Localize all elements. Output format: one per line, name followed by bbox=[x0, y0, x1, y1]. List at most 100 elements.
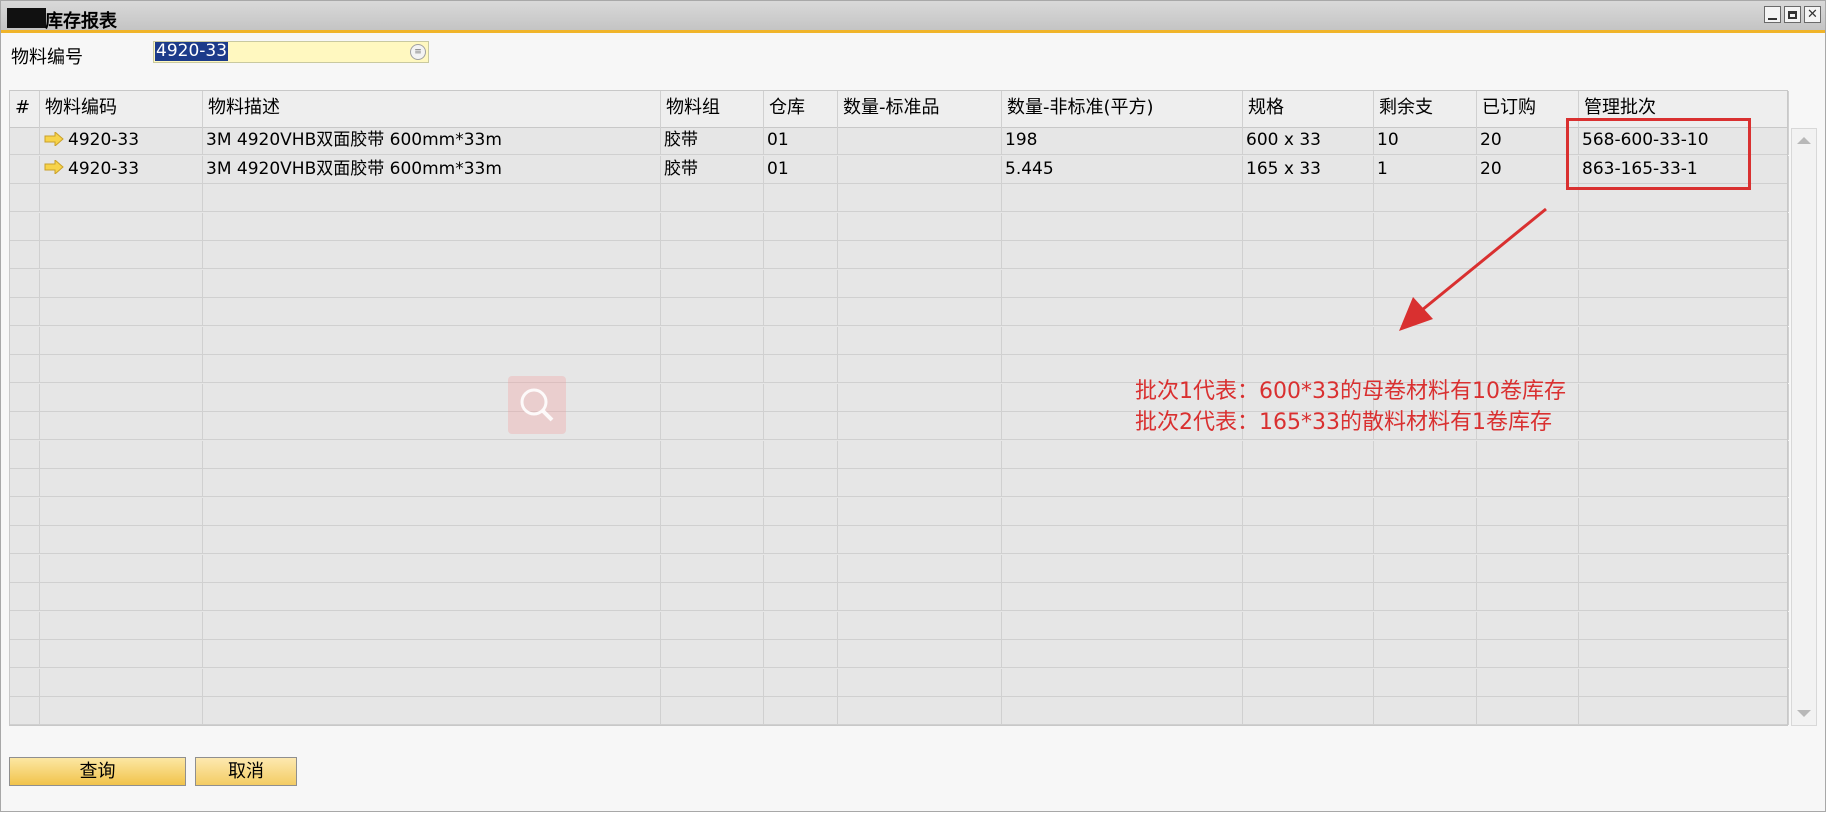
col-index-cell[interactable] bbox=[10, 640, 40, 668]
col-item-code-cell[interactable] bbox=[40, 355, 203, 383]
col-qty-nonstandard-cell[interactable]: 198 bbox=[1002, 127, 1243, 155]
col-item-group-cell[interactable] bbox=[661, 583, 764, 611]
col-qty-standard-cell[interactable] bbox=[838, 697, 1002, 725]
col-ordered-cell[interactable] bbox=[1477, 554, 1579, 583]
col-qty-standard-cell[interactable] bbox=[838, 526, 1002, 554]
col-qty-nonstandard-cell[interactable] bbox=[1002, 611, 1243, 640]
col-item-group-cell[interactable] bbox=[661, 640, 764, 668]
close-icon[interactable]: ✕ bbox=[1804, 6, 1821, 23]
col-index-cell[interactable] bbox=[10, 127, 40, 155]
col-item-code-cell[interactable]: 4920-33 bbox=[40, 155, 203, 184]
col-qty-standard-cell[interactable] bbox=[838, 241, 1002, 269]
col-description-cell[interactable] bbox=[203, 469, 661, 497]
col-description-cell[interactable] bbox=[203, 326, 661, 355]
col-batch-cell[interactable] bbox=[1579, 326, 1789, 355]
col-description-cell[interactable]: 3M 4920VHB双面胶带 600mm*33m bbox=[203, 127, 661, 155]
col-qty-standard-cell[interactable] bbox=[838, 298, 1002, 326]
col-batch-cell[interactable] bbox=[1579, 269, 1789, 298]
table-row[interactable] bbox=[10, 526, 1789, 554]
col-item-group-cell[interactable] bbox=[661, 355, 764, 383]
col-spec-cell[interactable]: 600 x 33 bbox=[1243, 127, 1374, 155]
col-spec-cell[interactable] bbox=[1243, 298, 1374, 326]
col-qty-nonstandard-cell[interactable] bbox=[1002, 298, 1243, 326]
col-qty-nonstandard-cell[interactable] bbox=[1002, 583, 1243, 611]
col-remaining-cell[interactable] bbox=[1374, 611, 1477, 640]
col-item-code-cell[interactable] bbox=[40, 184, 203, 212]
col-item-code-cell[interactable] bbox=[40, 554, 203, 583]
col-remaining-cell[interactable] bbox=[1374, 640, 1477, 668]
col-item-group-cell[interactable] bbox=[661, 383, 764, 412]
col-warehouse-cell[interactable] bbox=[764, 611, 838, 640]
col-qty-standard-header[interactable]: 数量-标准品 bbox=[838, 91, 1002, 127]
col-index-cell[interactable] bbox=[10, 412, 40, 440]
col-qty-nonstandard-cell[interactable]: 5.445 bbox=[1002, 155, 1243, 184]
col-item-code-cell[interactable] bbox=[40, 611, 203, 640]
col-qty-standard-cell[interactable] bbox=[838, 668, 1002, 697]
col-batch-cell[interactable] bbox=[1579, 611, 1789, 640]
col-index-cell[interactable] bbox=[10, 184, 40, 212]
col-ordered-cell[interactable] bbox=[1477, 668, 1579, 697]
list-picker-icon[interactable]: ≡ bbox=[410, 44, 426, 60]
table-row[interactable] bbox=[10, 497, 1789, 526]
col-index-cell[interactable] bbox=[10, 668, 40, 697]
col-spec-cell[interactable] bbox=[1243, 269, 1374, 298]
col-item-code-cell[interactable] bbox=[40, 383, 203, 412]
col-qty-nonstandard-cell[interactable] bbox=[1002, 697, 1243, 725]
col-warehouse-cell[interactable] bbox=[764, 497, 838, 526]
col-qty-standard-cell[interactable] bbox=[838, 497, 1002, 526]
col-spec-cell[interactable] bbox=[1243, 554, 1374, 583]
col-index-cell[interactable] bbox=[10, 241, 40, 269]
col-spec-cell[interactable] bbox=[1243, 697, 1374, 725]
col-description-cell[interactable] bbox=[203, 611, 661, 640]
col-qty-nonstandard-cell[interactable] bbox=[1002, 668, 1243, 697]
col-batch-cell[interactable] bbox=[1579, 668, 1789, 697]
table-row[interactable] bbox=[10, 697, 1789, 725]
col-batch-cell[interactable] bbox=[1579, 440, 1789, 469]
col-item-group-cell[interactable] bbox=[661, 526, 764, 554]
col-index-cell[interactable] bbox=[10, 440, 40, 469]
col-spec-cell[interactable] bbox=[1243, 668, 1374, 697]
col-item-code-cell[interactable] bbox=[40, 241, 203, 269]
col-warehouse-cell[interactable] bbox=[764, 583, 838, 611]
table-row[interactable]: 4920-33 3M 4920VHB双面胶带 600mm*33m 胶带 01 198 60… bbox=[10, 127, 1789, 155]
col-spec-cell[interactable] bbox=[1243, 497, 1374, 526]
table-row[interactable] bbox=[10, 668, 1789, 697]
col-item-group-cell[interactable] bbox=[661, 184, 764, 212]
col-item-code-cell[interactable] bbox=[40, 269, 203, 298]
col-item-group-cell[interactable] bbox=[661, 697, 764, 725]
col-qty-nonstandard-cell[interactable] bbox=[1002, 212, 1243, 241]
col-ordered-cell[interactable]: 20 bbox=[1477, 155, 1579, 184]
col-ordered-cell[interactable]: 20 bbox=[1477, 127, 1579, 155]
col-batch-cell[interactable] bbox=[1579, 640, 1789, 668]
col-qty-nonstandard-cell[interactable] bbox=[1002, 440, 1243, 469]
maximize-icon[interactable] bbox=[1784, 6, 1801, 23]
col-spec-cell[interactable] bbox=[1243, 326, 1374, 355]
col-qty-nonstandard-cell[interactable] bbox=[1002, 554, 1243, 583]
col-remaining-cell[interactable] bbox=[1374, 526, 1477, 554]
col-qty-nonstandard-cell[interactable] bbox=[1002, 640, 1243, 668]
col-remaining-cell[interactable] bbox=[1374, 440, 1477, 469]
col-item-group-cell[interactable] bbox=[661, 668, 764, 697]
col-qty-nonstandard-cell[interactable] bbox=[1002, 526, 1243, 554]
col-index-cell[interactable] bbox=[10, 469, 40, 497]
col-item-group-cell[interactable] bbox=[661, 554, 764, 583]
col-batch-cell[interactable] bbox=[1579, 298, 1789, 326]
col-description-cell[interactable] bbox=[203, 298, 661, 326]
col-warehouse-cell[interactable] bbox=[764, 526, 838, 554]
col-description-cell[interactable] bbox=[203, 526, 661, 554]
col-qty-standard-cell[interactable] bbox=[838, 440, 1002, 469]
col-batch-cell[interactable] bbox=[1579, 212, 1789, 241]
col-item-code-header[interactable]: 物料编码 bbox=[40, 91, 203, 127]
col-description-cell[interactable] bbox=[203, 212, 661, 241]
col-item-group-header[interactable]: 物料组 bbox=[661, 91, 764, 127]
col-spec-cell[interactable] bbox=[1243, 212, 1374, 241]
col-qty-nonstandard-cell[interactable] bbox=[1002, 184, 1243, 212]
col-batch-cell[interactable] bbox=[1579, 241, 1789, 269]
col-qty-nonstandard-cell[interactable] bbox=[1002, 326, 1243, 355]
table-row[interactable] bbox=[10, 583, 1789, 611]
col-qty-standard-cell[interactable] bbox=[838, 383, 1002, 412]
col-qty-nonstandard-cell[interactable] bbox=[1002, 469, 1243, 497]
col-warehouse-cell[interactable] bbox=[764, 668, 838, 697]
col-item-group-cell[interactable] bbox=[661, 269, 764, 298]
table-row[interactable] bbox=[10, 554, 1789, 583]
